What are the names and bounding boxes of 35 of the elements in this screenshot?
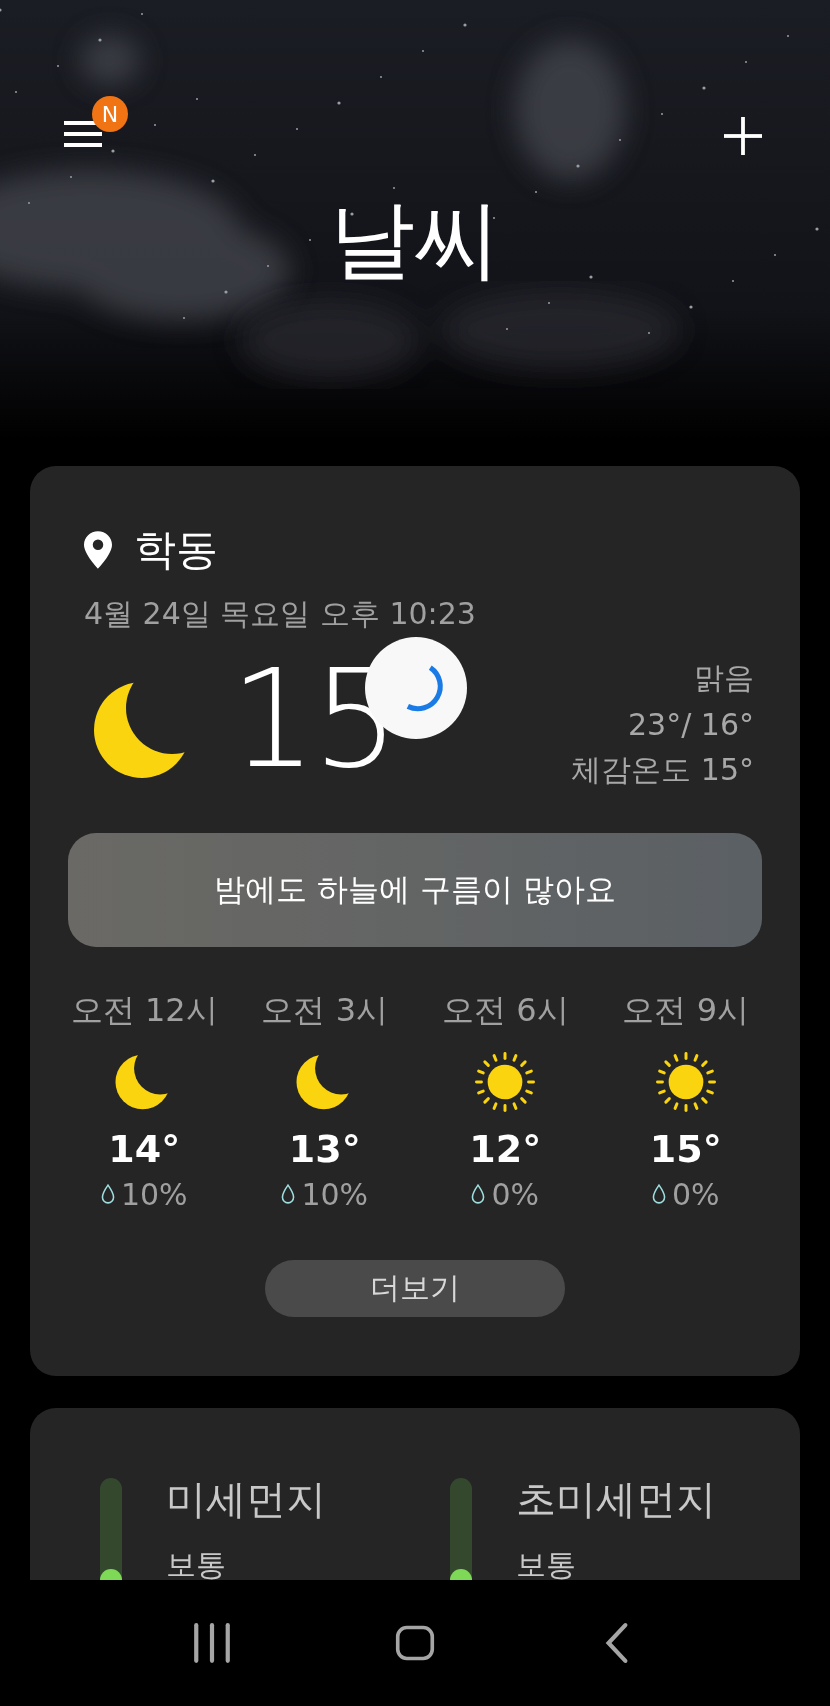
precipitation-chance: 10%	[301, 1176, 369, 1212]
weather-condition: 맑음	[694, 659, 754, 698]
hour-temperature: 13°	[288, 1126, 361, 1171]
feels-like-temperature: 체감온도 15°	[571, 751, 754, 790]
hour-temperature: 14°	[108, 1126, 181, 1171]
weather-summary-banner: 밤에도 하늘에 구름이 많아요	[68, 832, 762, 947]
date-time: 4월 24일 목요일 오후 10:23	[83, 595, 477, 633]
current-temperature: 15	[230, 645, 396, 795]
high-low-temperature: 23°/ 16°	[628, 707, 754, 743]
precipitation-chance: 0%	[671, 1176, 720, 1212]
precipitation-chance: 10%	[120, 1176, 188, 1212]
add-button[interactable]	[724, 116, 764, 156]
raindrop-icon	[651, 1184, 666, 1205]
recent-apps-icon	[191, 1622, 232, 1664]
raindrop-icon	[281, 1184, 296, 1205]
hour-temperature: 15°	[649, 1126, 722, 1171]
air-quality-status: 보통	[516, 1546, 577, 1580]
air-quality-status: 보통	[166, 1546, 227, 1580]
hour-temperature: 12°	[469, 1126, 542, 1171]
hour-label: 오전 9시	[622, 989, 749, 1031]
air-quality-label: 미세먼지	[166, 1475, 326, 1524]
location-pin-icon	[84, 531, 112, 569]
plus-icon	[724, 117, 762, 155]
raindrop-icon	[471, 1184, 486, 1205]
location-name: 학동	[134, 524, 218, 576]
sun-icon	[654, 1050, 717, 1113]
more-button[interactable]: 더보기	[265, 1259, 565, 1317]
hour-label: 오전 3시	[261, 989, 388, 1031]
air-quality-label: 초미세먼지	[516, 1475, 716, 1524]
sun-icon	[474, 1050, 537, 1113]
hour-label: 오전 6시	[442, 989, 569, 1031]
hour-label: 오전 12시	[70, 989, 218, 1031]
app-title: 날씨	[328, 192, 502, 287]
raindrop-icon	[100, 1184, 115, 1205]
precipitation-chance: 0%	[491, 1176, 540, 1212]
